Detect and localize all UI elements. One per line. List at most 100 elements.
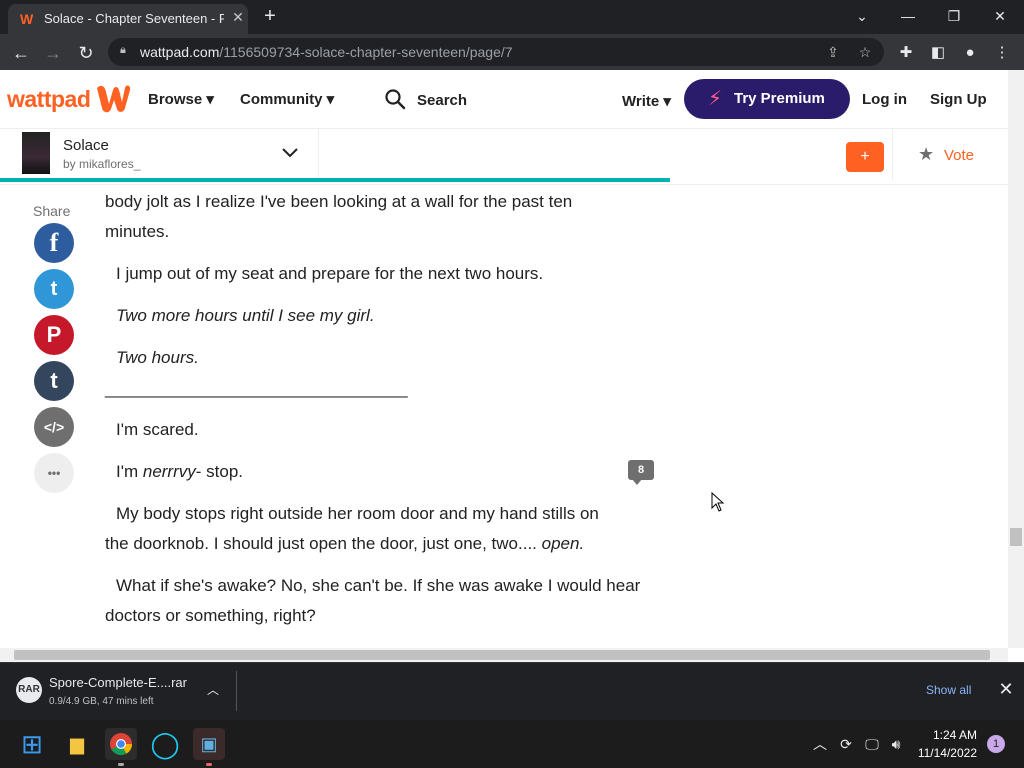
community-menu[interactable]: Community ▾ — [240, 90, 334, 108]
sync-icon[interactable]: ⟳ — [836, 734, 856, 754]
forward-arrow-icon[interactable]: → — [42, 42, 64, 64]
extensions-puzzle-icon[interactable]: ✚ — [896, 43, 916, 63]
lock-icon[interactable]: 🔒︎ — [120, 44, 132, 60]
paragraph-line: My body stops right outside her room doo… — [116, 504, 599, 523]
chevron-up-icon[interactable]: ︿ — [205, 681, 221, 697]
more-share-icon[interactable]: ••• — [34, 453, 74, 493]
story-paragraph: I'm scared. — [116, 420, 199, 439]
tumblr-icon[interactable]: t — [34, 361, 74, 401]
story-paragraph: body jolt as I realize I've been looking… — [105, 187, 645, 247]
twitter-icon[interactable]: t — [34, 269, 74, 309]
divider — [318, 128, 319, 180]
scene-divider: ________________________________ — [105, 379, 408, 398]
back-arrow-icon[interactable]: ← — [10, 42, 32, 64]
reload-icon[interactable]: ↻ — [75, 42, 97, 64]
notification-badge[interactable]: 1 — [987, 735, 1005, 753]
story-paragraph: My body stops right outside her room doo… — [105, 499, 645, 559]
tab-search-icon[interactable]: ⌄ — [842, 4, 882, 28]
wattpad-favicon-icon: W — [20, 11, 34, 27]
windows-taskbar: ⊞ ▆ ◯ ▣ ︿ ⟳ 🖵︎ 🔊︎ 1:24 AM 11/14/2022 1 — [0, 720, 1024, 768]
paragraph-line: doctors or something, right? — [105, 606, 316, 625]
story-author[interactable]: by mikaflores_ — [63, 157, 140, 171]
story-paragraph: What if she's awake? No, she can't be. I… — [105, 571, 665, 631]
story-cover-image[interactable] — [22, 132, 50, 174]
try-premium-button[interactable]: ⚡︎ Try Premium — [684, 79, 850, 119]
site-header: wattpad Browse ▾ Community ▾ Search Writ… — [0, 70, 1008, 129]
inline-comment-count[interactable]: 8 — [628, 460, 654, 480]
star-icon[interactable]: ★ — [918, 145, 936, 163]
profile-avatar-icon[interactable]: ● — [960, 43, 980, 63]
chevron-up-icon[interactable]: ︿ — [810, 734, 830, 754]
chevron-down-icon[interactable] — [280, 142, 300, 162]
url-host: wattpad.com — [140, 44, 220, 60]
wattpad-logo[interactable]: wattpad — [7, 86, 91, 113]
maximize-button[interactable]: ❐ — [934, 4, 974, 28]
horizontal-scrollbar[interactable] — [0, 648, 1008, 662]
story-paragraph: I'm nerrrvy- stop. — [116, 457, 596, 487]
tab-title: Solace - Chapter Seventeen - Page 7 — [44, 11, 224, 26]
embed-code-icon[interactable]: </> — [34, 407, 74, 447]
file-explorer-icon[interactable]: ▆ — [61, 728, 93, 760]
running-indicator — [206, 763, 212, 766]
address-bar[interactable]: 🔒︎ wattpad.com/1156509734-solace-chapter… — [108, 38, 884, 66]
close-icon[interactable]: ✕ — [996, 679, 1016, 699]
story-paragraph: Two more hours until I see my girl. — [116, 306, 375, 325]
wattpad-w-logo-icon[interactable] — [95, 82, 131, 114]
vertical-scrollbar[interactable] — [1008, 70, 1024, 648]
italic-text: nerrrvy — [142, 462, 196, 481]
running-indicator — [118, 763, 124, 766]
network-icon[interactable]: 🖵︎ — [862, 734, 882, 754]
italic-text: open. — [541, 534, 585, 553]
browse-menu[interactable]: Browse ▾ — [148, 90, 214, 108]
volume-icon[interactable]: 🔊︎ — [886, 734, 906, 754]
bookmark-star-icon[interactable]: ☆ — [856, 43, 874, 61]
show-all-downloads-link[interactable]: Show all — [926, 683, 971, 697]
paragraph-line: the doorknob. I should just open the doo… — [105, 529, 645, 559]
comment-bubble-tail — [632, 479, 642, 485]
paragraph-line: minutes. — [105, 222, 170, 241]
vote-button[interactable]: Vote — [944, 147, 974, 164]
add-to-library-button[interactable]: + — [846, 142, 884, 172]
text-span: - stop. — [195, 462, 244, 481]
try-premium-label: Try Premium — [734, 90, 825, 107]
download-shelf: RAR Spore-Complete-E....rar 0.9/4.9 GB, … — [0, 662, 1024, 721]
remote-desktop-icon[interactable]: ▣ — [193, 728, 225, 760]
url-path: /1156509734-solace-chapter-seventeen/pag… — [219, 44, 513, 60]
download-status: 0.9/4.9 GB, 47 mins left — [49, 696, 154, 707]
signup-link[interactable]: Sign Up — [930, 91, 987, 108]
horizontal-scroll-thumb[interactable] — [14, 650, 990, 660]
cortana-icon[interactable]: ◯ — [149, 728, 181, 760]
clock-date[interactable]: 11/14/2022 — [916, 746, 977, 760]
share-page-icon[interactable]: ⇪ — [824, 43, 842, 61]
download-filename[interactable]: Spore-Complete-E....rar — [49, 675, 187, 690]
divider — [892, 128, 893, 180]
facebook-icon[interactable]: f — [34, 223, 74, 263]
url-text[interactable]: wattpad.com/1156509734-solace-chapter-se… — [140, 44, 513, 60]
side-panel-icon[interactable]: ◧ — [928, 43, 948, 63]
search-label[interactable]: Search — [417, 92, 467, 109]
archive-file-icon[interactable]: RAR — [16, 677, 42, 703]
kebab-menu-icon[interactable]: ⋮ — [992, 43, 1012, 63]
search-icon[interactable] — [384, 88, 406, 110]
story-title[interactable]: Solace — [63, 137, 109, 154]
web-page: wattpad Browse ▾ Community ▾ Search Writ… — [0, 70, 1008, 648]
vertical-scroll-thumb[interactable] — [1010, 528, 1022, 546]
pinterest-icon[interactable]: P — [34, 315, 74, 355]
story-paragraph: Two hours. — [116, 348, 199, 367]
divider — [236, 671, 237, 711]
new-tab-button[interactable]: + — [260, 6, 280, 26]
share-label: Share — [33, 203, 71, 219]
lightning-bolt-icon: ⚡︎ — [708, 88, 723, 110]
write-menu[interactable]: Write ▾ — [622, 92, 671, 110]
login-link[interactable]: Log in — [862, 91, 907, 108]
windows-start-icon[interactable]: ⊞ — [16, 728, 48, 760]
chrome-icon[interactable] — [105, 728, 137, 760]
minimize-button[interactable]: — — [888, 4, 928, 28]
story-bar: Solace by mikaflores_ + ★ Vote — [0, 128, 1008, 185]
close-window-button[interactable]: ✕ — [980, 4, 1020, 28]
clock-time[interactable]: 1:24 AM — [932, 728, 977, 742]
browser-tab[interactable]: W Solace - Chapter Seventeen - Page 7 ✕ — [8, 4, 248, 34]
paragraph-line: body jolt as I realize I've been looking… — [105, 192, 573, 211]
tab-bar: W Solace - Chapter Seventeen - Page 7 ✕ … — [0, 0, 1024, 34]
tab-close-icon[interactable]: ✕ — [230, 9, 246, 27]
